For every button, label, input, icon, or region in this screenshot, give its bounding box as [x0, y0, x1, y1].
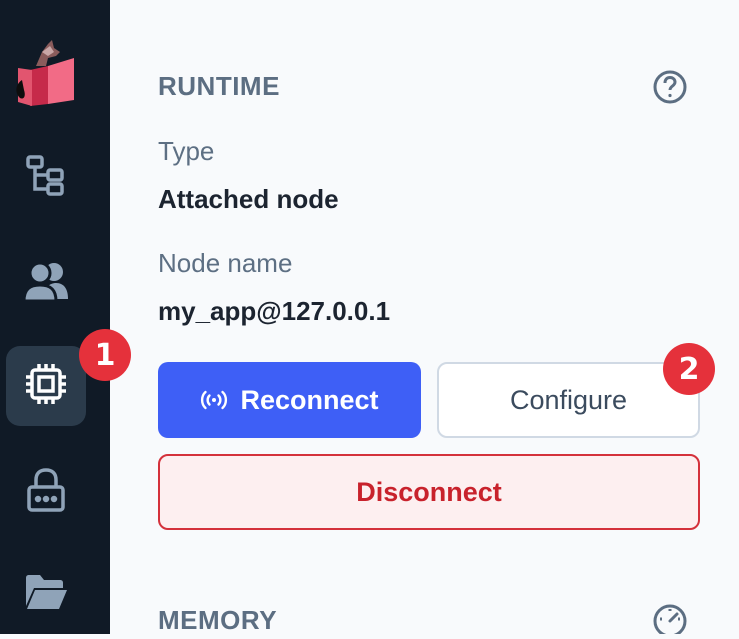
type-value: Attached node [158, 184, 339, 214]
sidebar-item-security[interactable] [6, 452, 86, 532]
type-label: Type [158, 136, 215, 166]
annotation-badge-1: 1 [79, 329, 131, 381]
configure-label: Configure [509, 384, 628, 415]
sidebar-item-users[interactable] [6, 243, 86, 323]
lock-icon [26, 467, 66, 518]
reconnect-button[interactable]: Reconnect [158, 362, 421, 438]
sidebar [0, 0, 110, 634]
disconnect-label: Disconnect [356, 476, 502, 507]
reconnect-label: Reconnect [240, 384, 379, 415]
help-icon[interactable] [652, 69, 688, 110]
broadcast-icon [200, 390, 228, 410]
app-logo[interactable] [8, 30, 78, 110]
disconnect-button[interactable]: Disconnect [158, 454, 700, 530]
runtime-section-title: RUNTIME [158, 71, 280, 101]
node-name-label: Node name [158, 248, 293, 278]
users-icon [22, 259, 70, 308]
sidebar-item-hierarchy[interactable] [6, 137, 86, 217]
folder-icon [24, 572, 68, 617]
chip-icon [24, 362, 68, 411]
sidebar-item-runtime[interactable] [6, 346, 86, 426]
hierarchy-icon [24, 153, 68, 202]
configure-button[interactable]: Configure [437, 362, 700, 438]
node-name-value: my_app@127.0.0.1 [158, 296, 391, 326]
annotation-badge-2: 2 [663, 343, 715, 395]
sidebar-item-files[interactable] [6, 554, 86, 634]
memory-section-title: MEMORY [158, 605, 278, 635]
